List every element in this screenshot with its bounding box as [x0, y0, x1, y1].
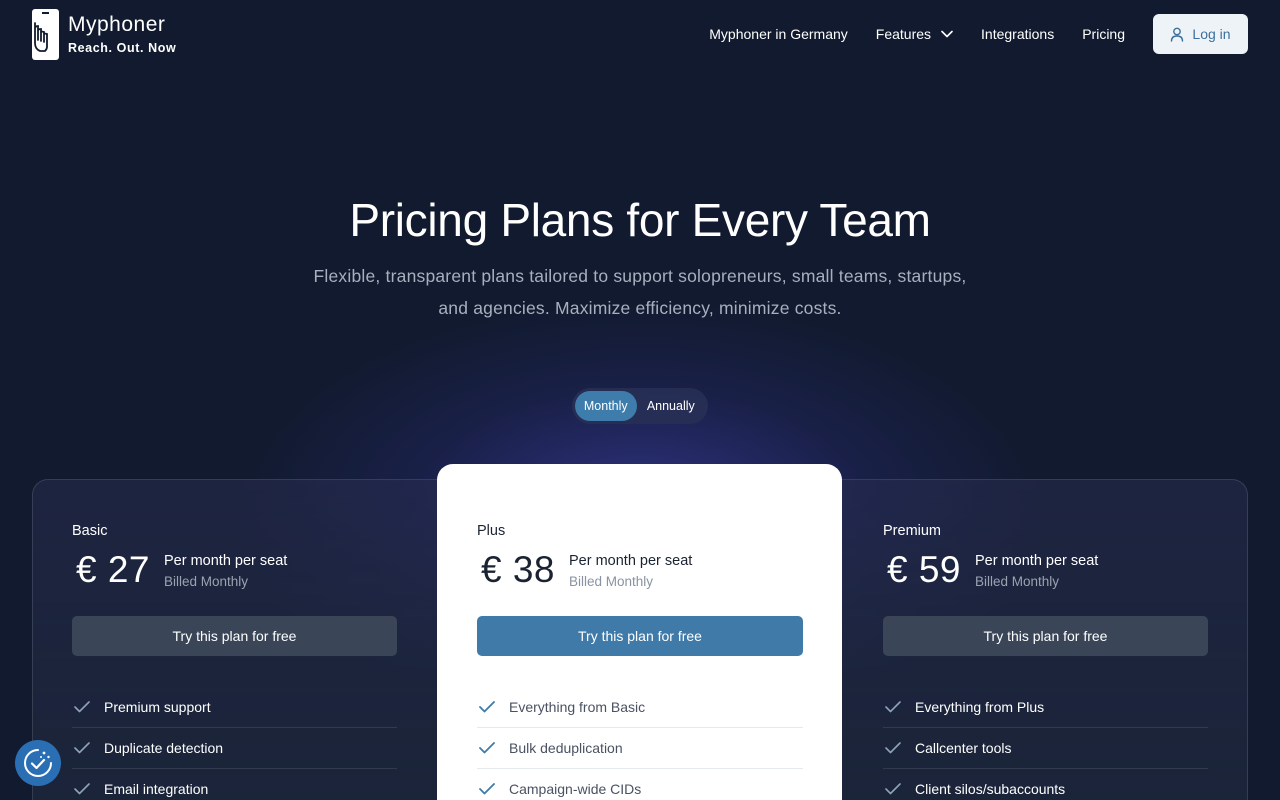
feature-label: Duplicate detection	[104, 740, 224, 756]
nav-link-integrations[interactable]: Integrations	[981, 26, 1054, 42]
plan-price: € 38	[481, 549, 556, 590]
feature-item: Bulk deduplication	[477, 728, 803, 769]
feature-list: Everything from Basic Bulk deduplication…	[477, 687, 803, 800]
main-nav: Myphoner in Germany Features Integration…	[709, 14, 1248, 54]
nav-link-pricing[interactable]: Pricing	[1082, 26, 1125, 42]
phone-hand-icon	[32, 9, 59, 60]
nav-link-features-label: Features	[875, 26, 932, 42]
plan-billing-note: Billed Monthly	[569, 574, 654, 589]
feature-item: Email integration	[72, 769, 397, 800]
feature-label: Everything from Plus	[915, 699, 1045, 715]
cookie-consent-button[interactable]	[15, 740, 61, 786]
site-header: Myphoner Reach. Out. Now Myphoner in Ger…	[0, 0, 1280, 68]
try-plan-button[interactable]: Try this plan for free	[477, 616, 803, 656]
plan-price-unit: Per month per seat	[975, 553, 1099, 569]
feature-label: Email integration	[104, 781, 209, 797]
check-icon	[479, 783, 495, 795]
check-icon	[479, 742, 495, 754]
check-icon	[74, 742, 90, 754]
feature-item: Premium support	[72, 687, 397, 728]
feature-label: Campaign-wide CIDs	[509, 781, 642, 797]
feature-item: Client silos/subaccounts	[883, 769, 1208, 800]
check-icon	[479, 701, 495, 713]
plan-price: € 59	[887, 549, 962, 590]
check-icon	[885, 742, 901, 754]
feature-item: Everything from Plus	[883, 687, 1208, 728]
plan-price-unit: Per month per seat	[569, 553, 693, 569]
feature-label: Everything from Basic	[509, 699, 646, 715]
feature-label: Client silos/subaccounts	[915, 781, 1066, 797]
toggle-monthly[interactable]: Monthly	[575, 391, 637, 421]
brand-tagline: Reach. Out. Now	[68, 41, 177, 55]
try-plan-button[interactable]: Try this plan for free	[72, 616, 397, 656]
plan-billing-note: Billed Monthly	[975, 574, 1060, 589]
feature-label: Premium support	[104, 699, 211, 715]
try-plan-button[interactable]: Try this plan for free	[883, 616, 1208, 656]
feature-label: Callcenter tools	[915, 740, 1012, 756]
nav-link-germany[interactable]: Myphoner in Germany	[709, 26, 848, 42]
check-icon	[74, 783, 90, 795]
chevron-down-icon	[941, 30, 953, 38]
user-icon	[1171, 27, 1184, 42]
plan-name: Basic	[72, 523, 108, 539]
login-button[interactable]: Log in	[1153, 14, 1248, 54]
billing-period-toggle: Monthly Annually	[572, 388, 708, 424]
plan-name: Premium	[883, 523, 942, 539]
plan-card-basic: Basic € 27 Per month per seat Billed Mon…	[32, 479, 437, 800]
page-subtitle: Flexible, transparent plans tailored to …	[300, 260, 980, 324]
plan-price: € 27	[76, 549, 151, 590]
page-title: Pricing Plans for Every Team	[349, 194, 931, 246]
feature-list: Everything from Plus Callcenter tools Cl…	[883, 687, 1208, 800]
brand-logo[interactable]: Myphoner Reach. Out. Now	[32, 9, 176, 60]
cookie-check-icon	[24, 749, 52, 777]
brand-name: Myphoner	[68, 13, 166, 36]
check-icon	[74, 701, 90, 713]
login-label: Log in	[1192, 26, 1231, 42]
plan-card-plus: Plus € 38 Per month per seat Billed Mont…	[437, 464, 842, 800]
plan-name: Plus	[477, 523, 506, 539]
feature-item: Everything from Basic	[477, 687, 803, 728]
check-icon	[885, 701, 901, 713]
feature-item: Callcenter tools	[883, 728, 1208, 769]
feature-item: Campaign-wide CIDs	[477, 769, 803, 800]
feature-item: Duplicate detection	[72, 728, 397, 769]
feature-label: Bulk deduplication	[509, 740, 623, 756]
feature-list: Premium support Duplicate detection Emai…	[72, 687, 397, 800]
subtitle-line-1: Flexible, transparent plans tailored to …	[313, 266, 967, 286]
subtitle-line-2: and agencies. Maximize efficiency, minim…	[438, 298, 842, 318]
plan-price-unit: Per month per seat	[164, 553, 288, 569]
check-icon	[885, 783, 901, 795]
nav-link-features[interactable]: Features	[876, 26, 953, 42]
toggle-annually[interactable]: Annually	[637, 391, 705, 421]
plan-card-premium: Premium € 59 Per month per seat Billed M…	[843, 479, 1248, 800]
plan-billing-note: Billed Monthly	[164, 574, 249, 589]
